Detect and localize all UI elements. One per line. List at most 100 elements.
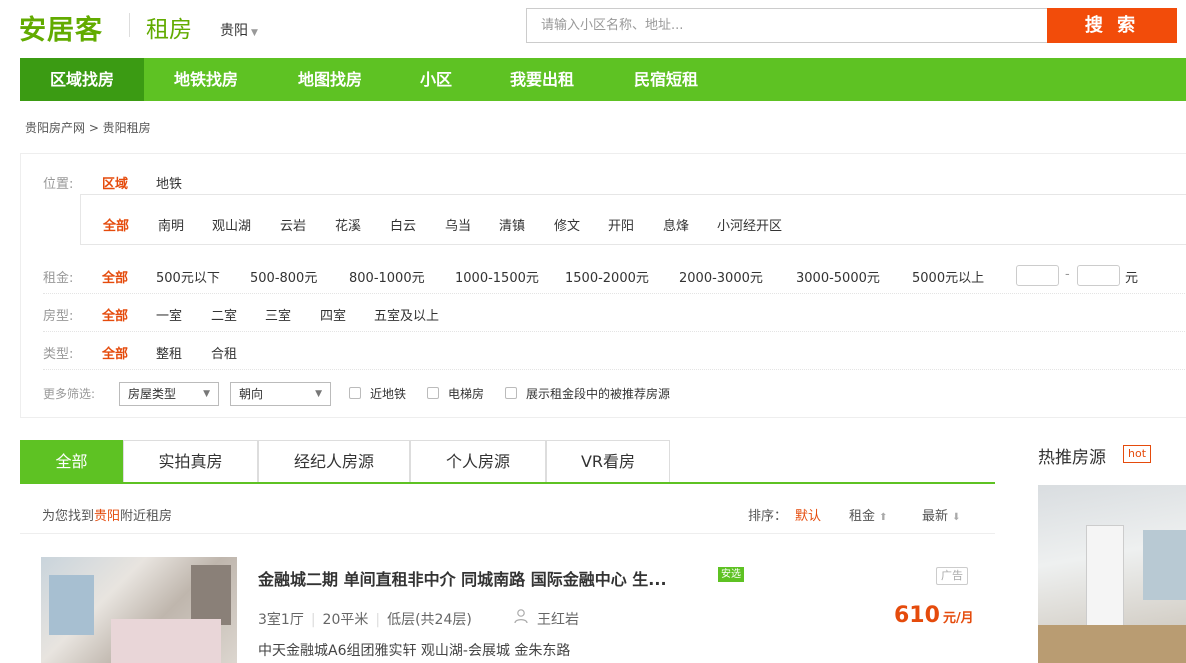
tab-all[interactable]: 全部 xyxy=(20,440,123,482)
hot-listing-photo[interactable] xyxy=(1038,485,1186,663)
header: 安居客 租房 贵阳▼ 搜 索 xyxy=(0,0,1186,58)
sort-default[interactable]: 默认 xyxy=(795,505,821,524)
result-prefix: 为您找到 xyxy=(42,509,95,524)
main-nav: 区域找房 地铁找房 地图找房 小区 我要出租 民宿短租 xyxy=(20,58,1186,101)
district-list: 全部 南明 观山湖 云岩 花溪 白云 乌当 清镇 修文 开阳 息烽 小河经开区 xyxy=(80,194,1186,245)
house-type-select-value: 房屋类型 xyxy=(128,387,177,401)
position-label: 位置: xyxy=(43,177,74,192)
rent-option[interactable]: 5000元以上 xyxy=(912,267,984,286)
meta-separator: | xyxy=(375,612,381,628)
result-city: 贵阳 xyxy=(94,509,121,524)
meta-separator: | xyxy=(310,612,316,628)
position-tab-area[interactable]: 区域 xyxy=(102,173,128,192)
nav-short-stay[interactable]: 民宿短租 xyxy=(618,58,714,101)
district-option[interactable]: 南明 xyxy=(158,215,184,234)
city-selector[interactable]: 贵阳 ▼ xyxy=(220,20,258,40)
listing-area: 20平米 xyxy=(322,612,369,628)
room-option[interactable]: 二室 xyxy=(211,305,237,324)
sort-latest-label: 最新 xyxy=(922,509,949,524)
rent-option[interactable]: 全部 xyxy=(102,267,128,286)
hot-badge: hot xyxy=(1123,445,1152,463)
house-type-select[interactable]: 房屋类型 ▼ xyxy=(119,382,219,406)
listing-layout: 3室1厅 xyxy=(258,612,304,628)
nav-subway-search[interactable]: 地铁找房 xyxy=(158,58,254,101)
divider xyxy=(43,293,1186,294)
type-option[interactable]: 整租 xyxy=(156,343,182,362)
city-name: 贵阳 xyxy=(220,23,248,39)
district-option[interactable]: 息烽 xyxy=(663,215,689,234)
rent-max-input[interactable] xyxy=(1077,265,1120,286)
sort-rent[interactable]: 租金 ⬆ xyxy=(849,505,888,524)
room-option[interactable]: 三室 xyxy=(265,305,291,324)
nav-rent-out[interactable]: 我要出租 xyxy=(494,58,590,101)
orientation-select[interactable]: 朝向 ▼ xyxy=(230,382,331,406)
room-option[interactable]: 一室 xyxy=(156,305,182,324)
listing-title[interactable]: 金融城二期 单间直租非中介 同城南路 国际金融中心 生... xyxy=(258,566,667,590)
rent-option[interactable]: 3000-5000元 xyxy=(796,267,880,286)
room-option[interactable]: 五室及以上 xyxy=(374,305,439,324)
rent-option[interactable]: 1500-2000元 xyxy=(565,267,649,286)
divider xyxy=(43,369,1186,370)
filter-panel: 位置: 区域 地铁 全部 南明 观山湖 云岩 花溪 白云 乌当 清镇 修文 开阳… xyxy=(20,153,1186,418)
elevator-label[interactable]: 电梯房 xyxy=(448,385,484,402)
nav-community[interactable]: 小区 xyxy=(408,58,464,101)
rent-range-dash: - xyxy=(1065,267,1070,282)
hot-listings-title: 热推房源 xyxy=(1038,448,1106,468)
position-tab-subway[interactable]: 地铁 xyxy=(156,173,182,192)
recommend-checkbox[interactable] xyxy=(505,387,517,399)
photo-floor xyxy=(1038,625,1186,663)
photo-window xyxy=(49,575,94,635)
agent-name[interactable]: 王红岩 xyxy=(537,609,579,629)
tab-personal-listings[interactable]: 个人房源 xyxy=(410,440,546,482)
orientation-select-value: 朝向 xyxy=(239,387,264,401)
rent-option[interactable]: 1000-1500元 xyxy=(455,267,539,286)
near-subway-label[interactable]: 近地铁 xyxy=(370,385,406,402)
district-option[interactable]: 白云 xyxy=(390,215,416,234)
type-option[interactable]: 合租 xyxy=(211,343,237,362)
tab-agent-listings[interactable]: 经纪人房源 xyxy=(258,440,410,482)
district-option[interactable]: 全部 xyxy=(103,215,129,234)
photo-wardrobe xyxy=(191,565,231,625)
arrow-down-icon: ⬇ xyxy=(952,512,961,523)
result-bar: 为您找到贵阳附近租房 排序： 默认 租金 ⬆ 最新 ⬇ xyxy=(20,486,995,534)
room-option[interactable]: 四室 xyxy=(320,305,346,324)
rent-option[interactable]: 500元以下 xyxy=(156,267,220,286)
district-option[interactable]: 开阳 xyxy=(608,215,634,234)
logo[interactable]: 安居客 xyxy=(19,8,103,47)
elevator-checkbox[interactable] xyxy=(427,387,439,399)
listing-tabs: 全部 实拍真房 经纪人房源 个人房源 VR看房 xyxy=(20,440,995,484)
near-subway-checkbox[interactable] xyxy=(349,387,361,399)
sort-latest[interactable]: 最新 ⬇ xyxy=(922,505,961,524)
tab-real-photos[interactable]: 实拍真房 xyxy=(123,440,258,482)
district-option[interactable]: 乌当 xyxy=(445,215,471,234)
listing-floor: 低层(共24层) xyxy=(387,612,472,628)
breadcrumb[interactable]: 贵阳房产网 > 贵阳租房 xyxy=(25,119,151,136)
rent-min-input[interactable] xyxy=(1016,265,1059,286)
district-option[interactable]: 小河经开区 xyxy=(717,215,782,234)
result-summary: 为您找到贵阳附近租房 xyxy=(42,505,172,524)
district-option[interactable]: 云岩 xyxy=(280,215,306,234)
recommend-label[interactable]: 展示租金段中的被推荐房源 xyxy=(526,385,670,402)
rent-option[interactable]: 2000-3000元 xyxy=(679,267,763,286)
logo-divider xyxy=(129,13,130,37)
search-button[interactable]: 搜 索 xyxy=(1047,8,1177,43)
rooms-label: 房型: xyxy=(43,309,74,324)
nav-area-search[interactable]: 区域找房 xyxy=(20,58,144,101)
room-option[interactable]: 全部 xyxy=(102,305,128,324)
section-title[interactable]: 租房 xyxy=(146,10,192,44)
district-option[interactable]: 花溪 xyxy=(335,215,361,234)
photo-door xyxy=(1086,525,1124,635)
type-option[interactable]: 全部 xyxy=(102,343,128,362)
rent-option[interactable]: 500-800元 xyxy=(250,267,317,286)
district-option[interactable]: 修文 xyxy=(554,215,580,234)
listing-photo[interactable] xyxy=(41,557,237,663)
district-option[interactable]: 观山湖 xyxy=(212,215,251,234)
tab-vr[interactable]: VR看房 xyxy=(546,440,670,482)
divider xyxy=(43,331,1186,332)
search-input[interactable] xyxy=(527,9,1048,42)
listing-address[interactable]: 中天金融城A6组团雅实轩 观山湖-会展城 金朱东路 xyxy=(258,640,570,660)
nav-map-search[interactable]: 地图找房 xyxy=(282,58,378,101)
result-suffix: 附近租房 xyxy=(120,509,173,524)
district-option[interactable]: 清镇 xyxy=(499,215,525,234)
rent-option[interactable]: 800-1000元 xyxy=(349,267,425,286)
